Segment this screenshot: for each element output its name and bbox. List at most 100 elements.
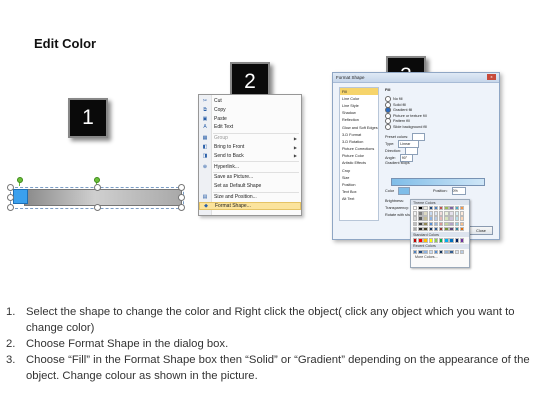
theme-color-swatch[interactable]	[433, 216, 439, 221]
menu-item-copy[interactable]: ⧉ Copy	[199, 106, 301, 114]
category-item[interactable]: Picture Corrections	[340, 146, 378, 153]
theme-color-swatch[interactable]	[459, 211, 465, 216]
theme-color-swatch[interactable]	[459, 221, 465, 226]
category-item[interactable]: 3-D Rotation	[340, 138, 378, 145]
category-item[interactable]: Artistic Effects	[340, 160, 378, 167]
recent-color-swatch[interactable]	[438, 249, 444, 254]
theme-color-swatch[interactable]	[418, 221, 423, 226]
category-item[interactable]: Position	[340, 181, 378, 188]
close-button[interactable]: Close	[469, 226, 493, 235]
color-dropdown-button[interactable]	[398, 187, 411, 195]
theme-color-swatch[interactable]	[459, 216, 465, 221]
menu-item-send-to-back[interactable]: ◨ Send to Back ▶	[199, 152, 301, 160]
recent-color-swatch[interactable]	[454, 249, 459, 254]
resize-handle[interactable]	[7, 194, 14, 201]
menu-item-hyperlink[interactable]: ⊕ Hyperlink...	[199, 163, 301, 171]
category-item[interactable]: Line Color	[340, 95, 378, 102]
rotation-handle[interactable]	[17, 177, 23, 183]
category-item[interactable]: Size	[340, 174, 378, 181]
selected-shape-group[interactable]	[6, 177, 185, 212]
theme-color-swatch[interactable]	[444, 226, 449, 232]
category-item[interactable]: Glow and Soft Edges	[340, 124, 378, 131]
theme-color-swatch[interactable]	[444, 211, 449, 216]
menu-item-group[interactable]: ▦ Group ▶	[199, 134, 301, 142]
theme-color-swatch[interactable]	[413, 211, 418, 216]
theme-color-swatch[interactable]	[418, 216, 423, 221]
recent-color-swatch[interactable]	[423, 249, 428, 254]
theme-color-swatch[interactable]	[444, 206, 449, 211]
theme-color-swatch[interactable]	[454, 216, 459, 221]
theme-color-swatch[interactable]	[454, 206, 459, 211]
more-colors-item[interactable]: More Colors...	[411, 255, 469, 260]
menu-item-save-as-picture[interactable]: Save as Picture...	[199, 173, 301, 181]
standard-color-swatch[interactable]	[444, 238, 449, 243]
theme-color-swatch[interactable]	[428, 226, 433, 232]
standard-color-swatch[interactable]	[459, 238, 465, 243]
theme-color-swatch[interactable]	[423, 216, 428, 221]
theme-color-swatch[interactable]	[413, 206, 418, 211]
theme-color-swatch[interactable]	[449, 216, 454, 221]
category-item[interactable]: Reflection	[340, 117, 378, 124]
theme-color-swatch[interactable]	[428, 221, 433, 226]
standard-color-swatch[interactable]	[413, 238, 418, 243]
category-item[interactable]: Text Box	[340, 189, 378, 196]
recent-color-swatch[interactable]	[444, 249, 449, 254]
theme-color-swatch[interactable]	[444, 221, 449, 226]
category-item[interactable]: Picture Color	[340, 153, 378, 160]
menu-item-set-as-default-shape[interactable]: Set as Default Shape	[199, 182, 301, 190]
theme-color-swatch[interactable]	[418, 211, 423, 216]
theme-color-swatch[interactable]	[433, 211, 439, 216]
resize-handle[interactable]	[178, 194, 185, 201]
category-item[interactable]: 3-D Format	[340, 131, 378, 138]
menu-item-bring-to-front[interactable]: ◧ Bring to Front ▶	[199, 143, 301, 151]
theme-color-swatch[interactable]	[418, 206, 423, 211]
standard-color-swatch[interactable]	[449, 238, 454, 243]
theme-color-swatch[interactable]	[413, 216, 418, 221]
theme-color-swatch[interactable]	[438, 211, 444, 216]
category-item[interactable]: Line Style	[340, 102, 378, 109]
theme-color-swatch[interactable]	[454, 211, 459, 216]
theme-color-swatch[interactable]	[454, 226, 459, 232]
theme-color-swatch[interactable]	[423, 211, 428, 216]
category-item[interactable]: Crop	[340, 167, 378, 174]
recent-color-swatch[interactable]	[413, 249, 418, 254]
theme-color-swatch[interactable]	[438, 226, 444, 232]
theme-color-swatch[interactable]	[428, 211, 433, 216]
resize-handle[interactable]	[94, 184, 101, 191]
theme-color-swatch[interactable]	[423, 206, 428, 211]
menu-item-size-and-position[interactable]: ▤ Size and Position...	[199, 193, 301, 201]
theme-color-swatch[interactable]	[438, 221, 444, 226]
menu-item-format-shape[interactable]: ◆ Format Shape...	[199, 201, 301, 210]
theme-color-swatch[interactable]	[423, 221, 428, 226]
standard-color-swatch[interactable]	[433, 238, 439, 243]
recent-color-swatch[interactable]	[433, 249, 439, 254]
menu-item-edit-text[interactable]: A Edit Text	[199, 123, 301, 131]
theme-color-swatch[interactable]	[433, 206, 439, 211]
theme-color-swatch[interactable]	[433, 221, 439, 226]
recent-color-swatch[interactable]	[449, 249, 454, 254]
theme-color-swatch[interactable]	[454, 221, 459, 226]
theme-color-swatch[interactable]	[438, 216, 444, 221]
theme-color-swatch[interactable]	[438, 206, 444, 211]
fill-option-radio[interactable]: Slide background fill	[385, 124, 427, 130]
category-item[interactable]: Alt Text	[340, 196, 378, 203]
category-item[interactable]: Fill	[340, 88, 378, 96]
standard-color-swatch[interactable]	[418, 238, 423, 243]
theme-color-swatch[interactable]	[444, 216, 449, 221]
theme-color-swatch[interactable]	[418, 226, 423, 232]
standard-color-swatch[interactable]	[438, 238, 444, 243]
standard-color-swatch[interactable]	[423, 238, 428, 243]
position-input[interactable]: 0%	[451, 187, 466, 195]
cube-shape[interactable]	[13, 189, 28, 204]
recent-color-swatch[interactable]	[428, 249, 433, 254]
standard-color-swatch[interactable]	[428, 238, 433, 243]
theme-color-swatch[interactable]	[459, 226, 465, 232]
menu-item-paste[interactable]: ▣ Paste	[199, 115, 301, 123]
theme-color-swatch[interactable]	[433, 226, 439, 232]
theme-color-swatch[interactable]	[449, 206, 454, 211]
rotation-handle[interactable]	[94, 177, 100, 183]
recent-color-swatch[interactable]	[459, 249, 465, 254]
theme-color-swatch[interactable]	[413, 221, 418, 226]
menu-item-cut[interactable]: ✂ Cut	[199, 97, 301, 105]
category-item[interactable]: Shadow	[340, 110, 378, 117]
